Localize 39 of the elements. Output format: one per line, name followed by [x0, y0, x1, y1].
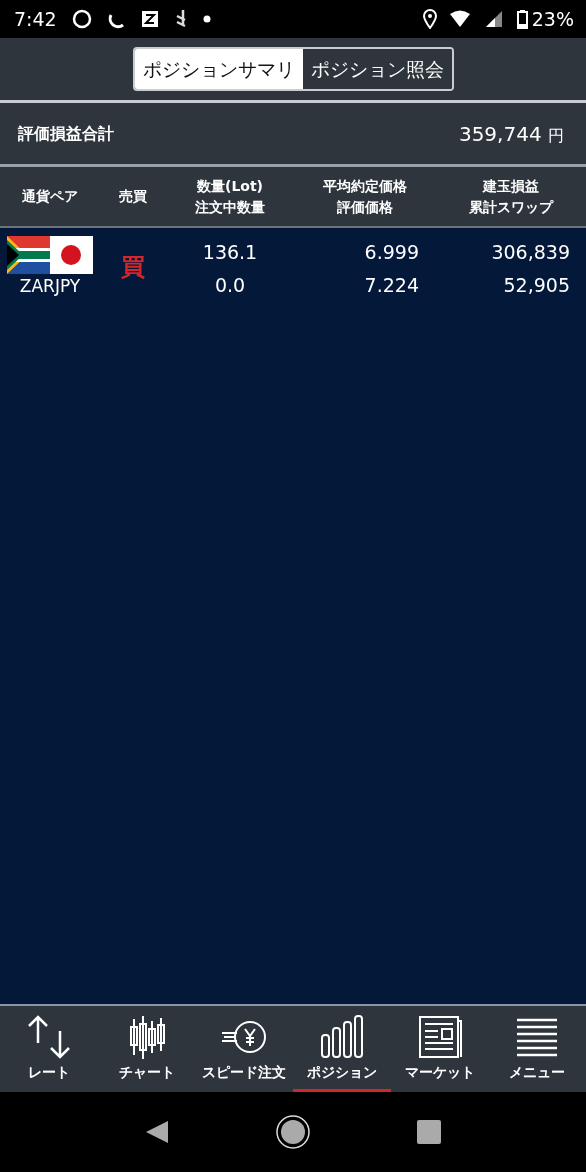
- notification-icon: [70, 9, 93, 29]
- column-header: 建玉損益 累計スワップ: [467, 177, 555, 217]
- column-header: 通貨ペア: [21, 187, 79, 207]
- back-icon[interactable]: [144, 1119, 170, 1145]
- tab[interactable]: ポジションサマリ: [134, 48, 303, 90]
- clock: 7:42: [14, 6, 57, 32]
- table-cell-text: 6.999: [363, 240, 419, 265]
- summary-label: 評価損益合計: [18, 122, 114, 145]
- notification-icon: [140, 10, 159, 28]
- recents-icon[interactable]: [416, 1119, 442, 1145]
- flag-icon: [7, 236, 93, 274]
- battery-level: 23%: [531, 6, 574, 32]
- signal-icon: [484, 10, 505, 28]
- nav-tab[interactable]: レート: [0, 1006, 98, 1092]
- yen-coin-icon: [221, 1018, 268, 1056]
- nav-tab[interactable]: メニュー: [488, 1006, 586, 1092]
- currency-pair: ZARJPY: [19, 275, 81, 298]
- column-header: 平均約定価格 評価価格: [322, 177, 408, 217]
- total-value: 359,744 円: [458, 120, 564, 148]
- table-cell-text: 7.224: [363, 273, 419, 299]
- home-icon[interactable]: [275, 1114, 311, 1150]
- candlestick-icon: [128, 1015, 165, 1059]
- dot-icon: [202, 15, 211, 23]
- menu-icon: [515, 1017, 560, 1057]
- trade-side: 買: [119, 252, 146, 283]
- newspaper-icon: [417, 1015, 462, 1059]
- nav-tab[interactable]: チャート: [97, 1006, 196, 1092]
- nav-tab[interactable]: マーケット: [390, 1006, 489, 1092]
- battery-icon: [516, 9, 528, 29]
- bar-chart-icon: [319, 1015, 364, 1059]
- nav-tab[interactable]: スピード注文: [195, 1006, 293, 1092]
- table-cell-text: 136.1: [201, 240, 259, 265]
- location-icon: [422, 9, 437, 29]
- table-cell-text: 52,905: [502, 273, 570, 299]
- table-cell-text: 0.0: [213, 273, 247, 299]
- wifi-icon: [448, 10, 473, 28]
- table-cell-text: 306,839: [490, 240, 570, 265]
- column-header: 数量(Lot) 注文中数量: [194, 177, 266, 217]
- column-header: 売買: [117, 187, 148, 207]
